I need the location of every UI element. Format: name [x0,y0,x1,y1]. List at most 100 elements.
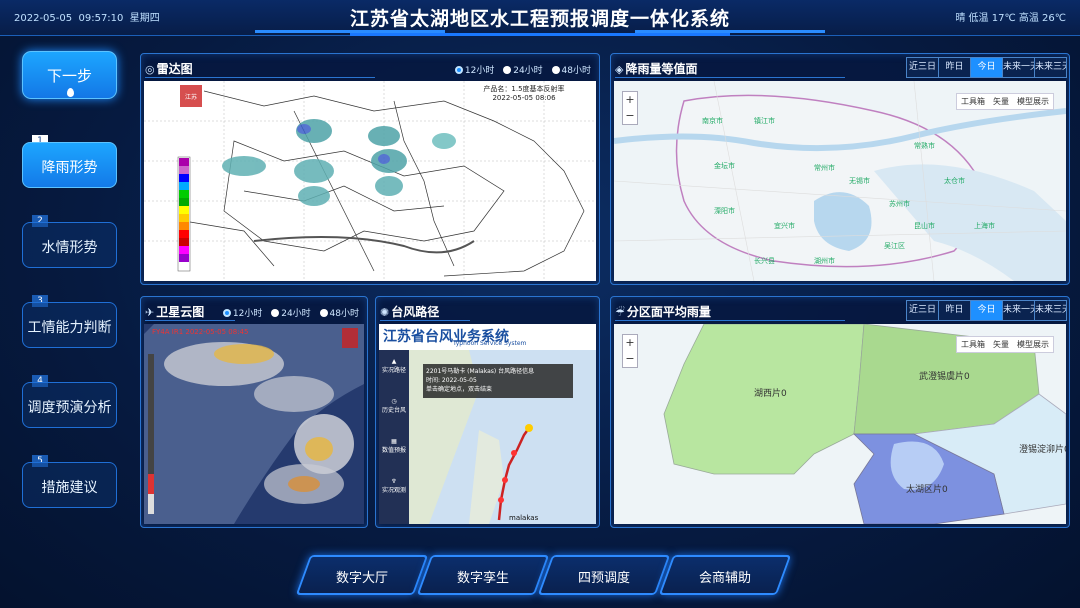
satellite-title: ✈ 卫星云图 [145,303,204,320]
title-underline [615,77,845,78]
tab-today[interactable]: 今日 [970,300,1003,321]
toolbox-button[interactable]: 工具箱 [957,96,989,107]
map-label: 苏州市 [889,200,910,208]
title-underline [615,320,845,321]
tab-last-3-days[interactable]: 近三日 [906,300,939,321]
radar-time-label: 2022-05-05 08:06 [492,94,556,102]
title-underline [145,77,375,78]
radar-image: 江苏 产品名：1.5度基本反射率 2022-05-05 08:06 [144,81,596,281]
rain-map-svg [614,81,1066,281]
tab-next-3-days[interactable]: 未来三天 [1034,57,1067,78]
satellite-icon: ✈ [145,306,155,319]
step-label: 水情形势 [41,240,98,256]
step-label: 调度预演分析 [27,400,112,416]
radio-12h[interactable]: 12小时 [222,306,263,319]
nav-label: 会商辅助 [698,571,751,586]
zone-rain-map[interactable]: + − 工具箱 矢量 模型展示 湖西片0 武澄锡虞片0 澄锡淀泖片0 太湖区片0 [614,324,1066,524]
map-label: 昆山市 [914,222,935,230]
radio-dot [222,309,231,317]
drop-icon [67,88,74,97]
radio-label: 24小时 [513,66,543,76]
map-label: 吴江区 [884,242,905,250]
tab-yesterday[interactable]: 昨日 [938,57,971,78]
toolbox-button[interactable]: 工具箱 [957,339,989,350]
nav-label: 四预调度 [577,571,630,586]
radio-label: 24小时 [281,309,311,319]
radio-12h[interactable]: 12小时 [454,63,495,76]
menu-label: 历史台风 [381,407,406,414]
rain-contour-map[interactable]: + − 工具箱 矢量 模型展示 南京市 镇江市 常州市 无锡市 苏州市 溧阳市 宜… [614,81,1066,281]
step-label: 措施建议 [41,480,98,496]
popup-line: 时间: 2022-05-05 [426,377,477,384]
zone-rain-title: ☔ 分区面平均雨量 [615,303,711,320]
tab-next-day[interactable]: 未来一天 [1002,57,1035,78]
rain-contour-tabs: 近三日 昨日 今日 未来一天 未来三天 [906,57,1067,78]
vector-button[interactable]: 矢量 [989,96,1013,107]
typhoon-map[interactable]: 江苏省台风业务系统 Typhoon Service System ▲ 实况路径 ◷… [379,324,596,524]
nav-label: 数字孪生 [456,571,509,586]
radio-24h[interactable]: 24小时 [503,63,543,76]
next-step-button[interactable]: 下一步 [22,51,117,99]
zone-rain-panel: ☔分区面平均雨量 近三日 昨日 今日 未来一天 未来三天 +− 工具箱 矢量 模… [610,296,1070,528]
map-label: 太仓市 [944,177,965,185]
radar-icon: ◎ [145,63,155,76]
radio-48h[interactable]: 48小时 [319,306,359,319]
step-capacity-judgment[interactable]: 工情能力判断 [22,302,117,348]
step-water-situation[interactable]: 水情形势 [22,222,117,268]
radio-24h[interactable]: 24小时 [271,306,311,319]
radio-label: 12小时 [232,309,263,319]
zoom-control[interactable]: + − [622,334,638,368]
zoom-control[interactable]: + − [622,91,638,125]
step-dispatch-analysis[interactable]: 调度预演分析 [22,382,117,428]
next-step-label: 下一步 [46,67,92,85]
menu-observation[interactable]: ♆ 实况观测 [379,478,409,494]
popup-line: 单击确定地点，双击结束 [426,386,493,393]
radar-panel: ◎ 雷达图 12小时 24小时 48小时 江苏 产品名：1.5度基本反射率 20… [140,53,600,285]
step-measures[interactable]: 措施建议 [22,462,117,508]
zone-label: 太湖区片0 [906,485,948,495]
nav-consultation[interactable]: 会商辅助 [658,555,792,595]
typhoon-panel: ✺ 台风路径 江苏省台风业务系统 Typhoon Service System ▲… [375,296,600,528]
zone-map-svg [614,324,1066,524]
zone-rain-tabs: 近三日 昨日 今日 未来一天 未来三天 [906,300,1067,321]
tab-today[interactable]: 今日 [970,57,1003,78]
vector-button[interactable]: 矢量 [989,339,1013,350]
menu-live-track[interactable]: ▲ 实况路径 [379,358,409,374]
menu-history[interactable]: ◷ 历史台风 [379,398,409,414]
radar-map-svg: 江苏 产品名：1.5度基本反射率 2022-05-05 08:06 [144,81,596,281]
nav-digital-hall[interactable]: 数字大厅 [295,555,429,595]
map-label: 湖州市 [814,257,835,265]
model-display-button[interactable]: 模型展示 [1013,96,1053,107]
radio-label: 12小时 [464,66,495,76]
typhoon-title: ✺ 台风路径 [380,303,439,320]
app-root: 2022-05-05 09:57:10 星期四 江苏省太湖地区水工程预报调度一体… [0,0,1080,608]
page-title: 江苏省太湖地区水工程预报调度一体化系统 [349,8,730,30]
map-label: 无锡市 [849,177,870,185]
step-rainfall-situation[interactable]: 降雨形势 [22,142,117,188]
tab-next-day[interactable]: 未来一天 [1002,300,1035,321]
menu-forecast[interactable]: ▦ 数值预报 [379,438,409,454]
map-toolbar: 工具箱 矢量 模型展示 [956,336,1054,353]
tab-next-3-days[interactable]: 未来三天 [1034,300,1067,321]
radio-label: 48小时 [561,66,591,76]
typhoon-sidebar: ▲ 实况路径 ◷ 历史台风 ▦ 数值预报 ♆ 实况观测 [379,350,409,524]
header: 2022-05-05 09:57:10 星期四 江苏省太湖地区水工程预报调度一体… [0,0,1080,36]
map-label: 宜兴市 [774,222,795,230]
menu-label: 数值预报 [381,447,406,454]
step-label: 工情能力判断 [27,320,112,336]
model-display-button[interactable]: 模型展示 [1013,339,1053,350]
map-label: 南京市 [702,117,723,125]
typhoon-system-en: Typhoon Service System [453,340,527,347]
typhoon-title-text: 台风路径 [391,305,440,319]
map-label: 镇江市 [754,117,775,125]
nav-digital-twin[interactable]: 数字孪生 [416,555,550,595]
nav-four-pre-dispatch[interactable]: 四预调度 [537,555,671,595]
typhoon-system-header: 江苏省台风业务系统 Typhoon Service System [379,324,596,350]
radio-label: 48小时 [329,309,359,319]
zone-label: 武澄锡虞片0 [919,372,970,382]
step-label: 降雨形势 [41,160,98,176]
tab-last-3-days[interactable]: 近三日 [906,57,939,78]
tab-yesterday[interactable]: 昨日 [938,300,971,321]
radio-48h[interactable]: 48小时 [551,63,591,76]
map-label: 长兴县 [754,257,775,265]
